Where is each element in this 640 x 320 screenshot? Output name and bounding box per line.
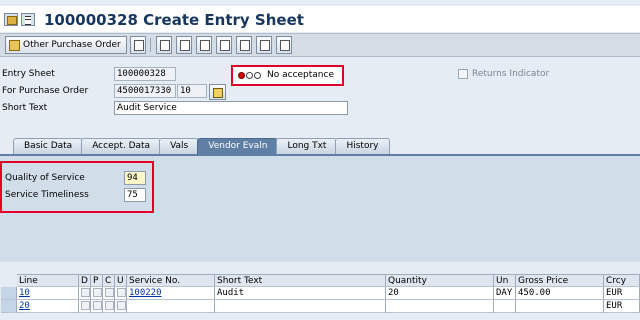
table-row[interactable]: 20 EUR: [1, 300, 640, 313]
col-c[interactable]: C: [103, 274, 115, 287]
col-quantity[interactable]: Quantity: [386, 274, 494, 287]
document-icon: [9, 39, 20, 51]
u-checkbox[interactable]: [117, 301, 126, 310]
service-timeliness-field[interactable]: 75: [124, 188, 146, 202]
application-toolbar: Other Purchase Order: [0, 33, 640, 57]
flag-icon[interactable]: [216, 36, 232, 54]
p-checkbox[interactable]: [93, 288, 102, 297]
acceptance-status: No acceptance: [231, 65, 344, 86]
tab-vendor-evaln[interactable]: Vendor Evaln: [197, 138, 279, 154]
col-short-text[interactable]: Short Text: [215, 274, 386, 287]
copy-icon[interactable]: [196, 36, 212, 54]
line-link[interactable]: 10: [19, 288, 30, 298]
delete-icon[interactable]: [276, 36, 292, 54]
table-row[interactable]: 10 100220 Audit 20 DAY 450.00 EUR: [1, 287, 640, 300]
u-checkbox[interactable]: [117, 288, 126, 297]
quality-of-service-field[interactable]: 94: [124, 171, 146, 185]
traffic-light-icon: [238, 72, 261, 79]
col-u[interactable]: U: [115, 274, 127, 287]
page-title: 100000328 Create Entry Sheet: [44, 11, 304, 29]
tab-vals[interactable]: Vals: [159, 138, 200, 154]
col-gross-price[interactable]: Gross Price: [516, 274, 604, 287]
returns-indicator: Returns Indicator: [458, 69, 549, 79]
favorites-icon[interactable]: [4, 13, 18, 26]
tab-history[interactable]: History: [335, 138, 390, 154]
returns-indicator-checkbox: [458, 69, 468, 79]
col-currency[interactable]: Crcy: [604, 274, 640, 287]
col-service-no[interactable]: Service No.: [127, 274, 215, 287]
col-d[interactable]: D: [79, 274, 91, 287]
entry-sheet-label: Entry Sheet: [2, 69, 55, 79]
short-text-cell[interactable]: Audit: [215, 287, 386, 300]
tab-long-txt[interactable]: Long Txt: [276, 138, 338, 154]
p-checkbox[interactable]: [93, 301, 102, 310]
returns-indicator-label: Returns Indicator: [472, 69, 550, 79]
line-link[interactable]: 20: [19, 301, 30, 311]
short-text-label: Short Text: [2, 103, 48, 113]
create-icon[interactable]: [176, 36, 192, 54]
title-bar: 100000328 Create Entry Sheet: [0, 6, 640, 32]
c-checkbox[interactable]: [105, 301, 114, 310]
col-p[interactable]: P: [91, 274, 103, 287]
col-unit[interactable]: Un: [494, 274, 516, 287]
variant-icon[interactable]: [130, 36, 146, 54]
purchase-order-item-field: 10: [177, 84, 207, 98]
print-icon[interactable]: [256, 36, 272, 54]
short-text-cell[interactable]: [215, 300, 386, 313]
edit-icon[interactable]: [156, 36, 172, 54]
gross-price-cell[interactable]: [516, 300, 604, 313]
short-text-field[interactable]: Audit Service: [114, 101, 348, 115]
d-checkbox[interactable]: [81, 288, 90, 297]
tab-basic-data[interactable]: Basic Data: [13, 138, 84, 154]
menu-icon[interactable]: [21, 13, 35, 26]
d-checkbox[interactable]: [81, 301, 90, 310]
acceptance-status-text: No acceptance: [267, 70, 334, 80]
quantity-cell[interactable]: [386, 300, 494, 313]
other-purchase-order-button[interactable]: Other Purchase Order: [5, 36, 127, 54]
tab-accept-data[interactable]: Accept. Data: [81, 138, 162, 154]
c-checkbox[interactable]: [105, 288, 114, 297]
po-lookup-button[interactable]: [209, 84, 226, 100]
currency-cell[interactable]: EUR: [604, 287, 640, 300]
tab-strip: Basic Data Accept. Data Vals Vendor Eval…: [13, 138, 390, 154]
unit-cell[interactable]: DAY: [494, 287, 516, 300]
service-no-cell[interactable]: [127, 300, 215, 313]
row-selector[interactable]: [1, 287, 17, 300]
service-timeliness-label: Service Timeliness: [5, 190, 89, 200]
gross-price-cell[interactable]: 450.00: [516, 287, 604, 300]
lock-icon[interactable]: [236, 36, 252, 54]
other-purchase-order-label: Other Purchase Order: [23, 40, 121, 50]
purchase-order-label: For Purchase Order: [2, 86, 89, 96]
quantity-cell[interactable]: 20: [386, 287, 494, 300]
purchase-order-field: 4500017330: [114, 84, 176, 98]
toolbar-separator: [150, 38, 151, 52]
currency-cell[interactable]: EUR: [604, 300, 640, 313]
table-header: Line D P C U Service No. Short Text Quan…: [1, 274, 640, 287]
service-no-link[interactable]: 100220: [129, 288, 162, 298]
unit-cell[interactable]: [494, 300, 516, 313]
entry-sheet-field: 100000328: [114, 67, 176, 81]
row-selector[interactable]: [1, 300, 17, 313]
vendor-evaluation-scores: [0, 161, 154, 213]
quality-of-service-label: Quality of Service: [5, 173, 85, 183]
col-line[interactable]: Line: [17, 274, 79, 287]
